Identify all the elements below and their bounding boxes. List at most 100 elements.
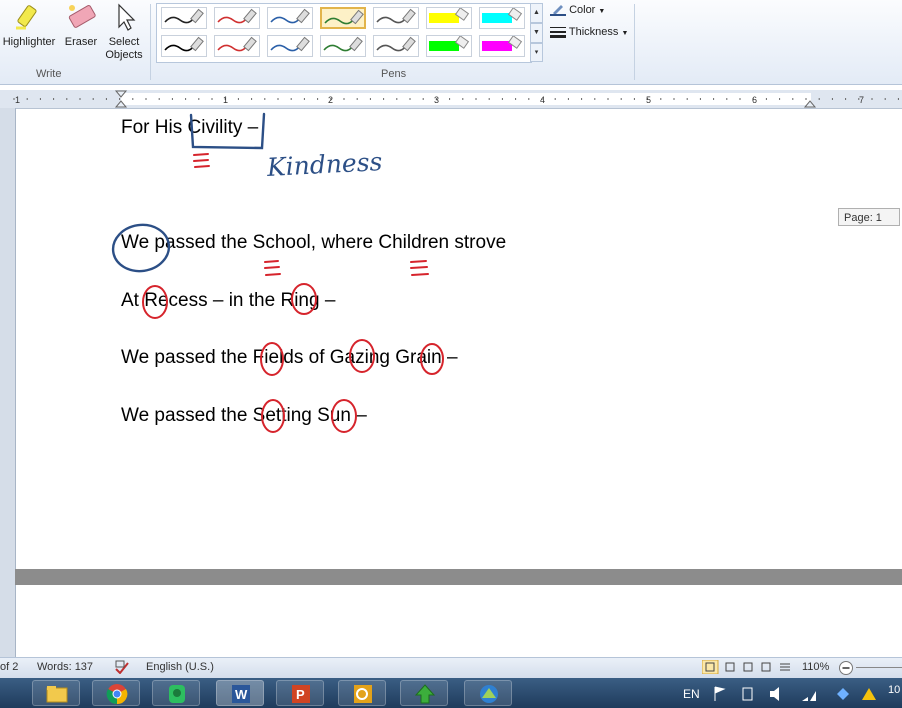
highlighter-pen-icon	[482, 7, 523, 23]
green-arrow-icon	[414, 684, 436, 704]
ink-equals-mark	[193, 153, 210, 168]
pen-icon	[376, 8, 416, 24]
pen-swatch[interactable]	[214, 7, 260, 29]
taskbar: W P EN 10	[0, 678, 902, 708]
pen-swatch[interactable]	[161, 7, 207, 29]
outlook-icon	[354, 685, 372, 703]
chevron-down-icon: ▼	[621, 30, 629, 37]
proofing-icon[interactable]	[114, 660, 130, 677]
cursor-arrow-icon	[118, 3, 136, 31]
pen-swatch[interactable]	[161, 35, 207, 57]
status-bar: of 2 Words: 137 English (U.S.) 110%	[0, 657, 902, 679]
ruler-ticks: 1 1 2 3 4 5 6 7	[13, 90, 899, 108]
color-button[interactable]: Color ▼	[550, 4, 606, 17]
pen-icon	[323, 36, 363, 52]
taskbar-evernote[interactable]	[152, 680, 200, 706]
gallery-more-button[interactable]: ▾	[530, 43, 543, 62]
taskbar-explorer[interactable]	[32, 680, 80, 706]
minus-icon	[839, 661, 853, 675]
horizontal-ruler[interactable]: 1 1 2 3 4 5 6 7	[0, 90, 902, 109]
pen-icon	[270, 8, 310, 24]
ruler-number: 1	[15, 95, 20, 105]
select-objects-tool[interactable]: Select Objects	[102, 2, 146, 62]
pen-color-icon	[550, 5, 566, 17]
taskbar-app-green[interactable]	[400, 680, 448, 706]
document-line[interactable]: At Recess – in the Ring –	[121, 290, 335, 312]
ribbon: Highlighter Eraser Select Objects Write …	[0, 0, 902, 85]
write-group-label: Write	[36, 68, 62, 80]
blue-app-icon	[480, 685, 498, 703]
pen-swatch[interactable]	[426, 7, 472, 29]
highlighter-tool[interactable]: Highlighter	[0, 2, 58, 49]
ruler-number: 2	[328, 95, 333, 105]
zoom-out-button[interactable]	[838, 660, 854, 679]
pen-swatch[interactable]	[267, 35, 313, 57]
pen-swatch[interactable]	[320, 7, 366, 29]
input-language[interactable]: EN	[683, 687, 700, 701]
pen-swatch[interactable]	[267, 7, 313, 29]
svg-text:P: P	[296, 687, 305, 702]
ruler-number: 6	[752, 95, 757, 105]
language-indicator[interactable]: English (U.S.)	[146, 661, 214, 673]
evernote-icon	[169, 685, 185, 703]
ruler-number: 4	[540, 95, 545, 105]
taskbar-outlook[interactable]	[338, 680, 386, 706]
select-objects-label: Select Objects	[105, 36, 143, 61]
thickness-button[interactable]: Thickness ▼	[550, 26, 629, 39]
chevron-down-icon: ▼	[598, 8, 606, 15]
pen-swatch[interactable]	[479, 7, 525, 29]
gallery-scroll-up[interactable]: ▲	[530, 3, 543, 23]
view-mode-icons	[701, 659, 790, 675]
zoom-level[interactable]: 110%	[802, 661, 829, 673]
ruler-number: 5	[646, 95, 651, 105]
pens-gallery	[156, 3, 532, 63]
line-thickness-icon	[550, 27, 566, 39]
gallery-scroll-down[interactable]: ▼	[530, 23, 543, 43]
pen-icon	[324, 9, 364, 25]
clock[interactable]: 10	[888, 684, 900, 696]
page-break-gap	[15, 569, 902, 585]
zoom-slider[interactable]	[856, 667, 902, 668]
pen-swatch[interactable]	[373, 7, 419, 29]
view-buttons[interactable]	[701, 659, 794, 677]
group-separator	[150, 4, 151, 80]
pen-swatch[interactable]	[479, 35, 525, 57]
taskbar-chrome[interactable]	[92, 680, 140, 706]
svg-text:W: W	[235, 687, 248, 702]
pen-icon	[270, 36, 310, 52]
chrome-icon	[106, 684, 128, 705]
system-tray-icons[interactable]	[712, 685, 882, 703]
highlighter-label: Highlighter	[2, 36, 56, 48]
ruler-number: 1	[223, 95, 228, 105]
word-count[interactable]: Words: 137	[37, 661, 93, 673]
handwritten-note: Kindness	[266, 147, 384, 182]
group-separator	[634, 4, 635, 80]
pen-swatch[interactable]	[373, 35, 419, 57]
pen-icon	[164, 36, 204, 52]
taskbar-app-blue[interactable]	[464, 680, 512, 706]
document-line[interactable]: We passed the Fields of Gazing Grain –	[121, 347, 458, 369]
powerpoint-icon: P	[292, 685, 310, 703]
word-icon: W	[232, 685, 250, 703]
pen-icon	[217, 36, 257, 52]
highlighter-pen-icon	[429, 35, 470, 51]
taskbar-powerpoint[interactable]: P	[276, 680, 324, 706]
pen-swatch[interactable]	[426, 35, 472, 57]
eraser-tool[interactable]: Eraser	[62, 2, 100, 49]
document-line[interactable]: We passed the School, where Children str…	[121, 232, 506, 254]
eraser-icon	[68, 5, 96, 28]
highlighter-pen-icon	[429, 7, 470, 23]
pens-group-label: Pens	[381, 68, 407, 80]
taskbar-word[interactable]: W	[216, 680, 264, 706]
pen-swatch[interactable]	[214, 35, 260, 57]
ink-equals-mark	[264, 260, 281, 276]
page-tooltip: Page: 1	[838, 208, 900, 226]
thickness-label: Thickness	[568, 26, 619, 38]
ruler-number: 7	[859, 95, 864, 105]
document-line[interactable]: For His Civility –	[121, 117, 258, 139]
ink-equals-mark	[410, 260, 429, 276]
pen-icon	[376, 36, 416, 52]
pen-swatch[interactable]	[320, 35, 366, 57]
page-count[interactable]: of 2	[0, 661, 18, 673]
document-line[interactable]: We passed the Setting Sun –	[121, 405, 367, 427]
